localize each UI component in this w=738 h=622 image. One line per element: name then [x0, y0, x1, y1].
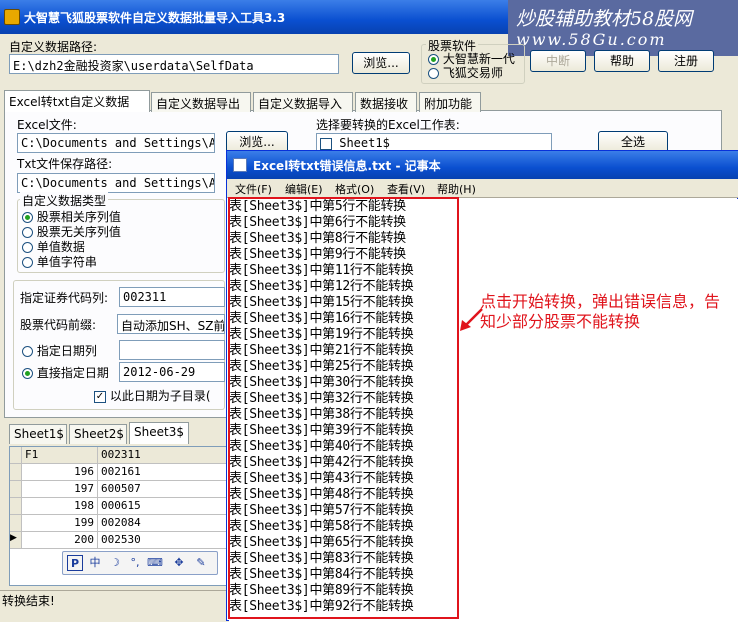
table-cell[interactable]: 002161	[98, 464, 228, 481]
ime-lang-icon[interactable]: 中	[87, 555, 103, 571]
tab-extras[interactable]: 附加功能	[419, 92, 481, 112]
txt-path-input[interactable]: C:\Documents and Settings\Ac	[17, 173, 215, 193]
type-option-label: 股票无关序列值	[36, 225, 121, 239]
sheet-tab-1[interactable]: Sheet1$	[9, 424, 67, 444]
sheet-tab-3[interactable]: Sheet3$	[129, 422, 189, 444]
direct-date-input[interactable]: 2012-06-29	[119, 362, 225, 382]
annotation-text: 点击开始转换，弹出错误信息，告知少部分股票不能转换	[480, 292, 721, 331]
date-column-label: 指定日期列	[36, 344, 97, 358]
highlight-box	[228, 197, 459, 619]
row-selector[interactable]	[10, 498, 22, 515]
tab-excel-to-txt[interactable]: Excel转txt自定义数据	[4, 90, 150, 112]
code-column-label: 指定证券代码列:	[20, 291, 109, 305]
menu-edit[interactable]: 编辑(E)	[285, 181, 323, 197]
menu-file[interactable]: 文件(F)	[235, 181, 272, 197]
menu-view[interactable]: 查看(V)	[387, 181, 425, 197]
menu-format[interactable]: 格式(O)	[335, 181, 374, 197]
date-column-radio[interactable]	[22, 346, 33, 357]
sheet-tab-2[interactable]: Sheet2$	[69, 424, 127, 444]
worksheet-label: 选择要转换的Excel工作表:	[316, 118, 460, 132]
app-icon	[4, 9, 20, 25]
code-prefix-select[interactable]: 自动添加SH、SZ前	[117, 314, 225, 334]
grid-header[interactable]: F1	[22, 447, 98, 464]
excel-file-input[interactable]: C:\Documents and Settings\Ac	[17, 133, 215, 153]
software-option-feihu[interactable]: 飞狐交易师	[428, 64, 503, 81]
path-browse-button[interactable]: 浏览...	[352, 52, 410, 74]
row-selector[interactable]	[10, 464, 22, 481]
date-column-option[interactable]: 指定日期列	[22, 342, 97, 359]
type-option-label: 单值数据	[36, 240, 85, 254]
subdir-label: 以此日期为子目录(	[109, 389, 211, 403]
type-radio[interactable]	[22, 242, 33, 253]
notepad-menubar: 文件(F) 编辑(E) 格式(O) 查看(V) 帮助(H)	[227, 179, 738, 198]
table-cell[interactable]: 199	[22, 515, 98, 532]
ime-toolbar[interactable]: P 中 ☽ °, ⌨ ✥ ✎	[62, 551, 218, 575]
direct-date-radio[interactable]	[22, 368, 33, 379]
table-cell[interactable]: 002530	[98, 532, 228, 549]
table-cell[interactable]: 197	[22, 481, 98, 498]
settings-icon[interactable]: ✥	[171, 555, 187, 571]
current-row-indicator-icon[interactable]: ▶	[10, 532, 22, 549]
window-title: 大智慧飞狐股票软件自定义数据批量导入工具3.3	[24, 11, 286, 25]
worksheet-checkbox[interactable]	[320, 137, 332, 150]
row-selector[interactable]	[10, 515, 22, 532]
grid-header[interactable]: 002311	[98, 447, 228, 464]
dots-icon[interactable]: °,	[127, 555, 143, 571]
type-radio[interactable]	[22, 257, 33, 268]
type-radio[interactable]	[22, 212, 33, 223]
interrupt-button[interactable]: 中断	[530, 50, 586, 72]
grid-corner	[10, 447, 22, 464]
menu-help[interactable]: 帮助(H)	[437, 181, 476, 197]
code-column-input[interactable]: 002311	[119, 287, 225, 307]
excel-file-label: Excel文件:	[17, 118, 77, 132]
type-option-label: 股票相关序列值	[36, 210, 121, 224]
type-option-single-string[interactable]: 单值字符串	[22, 253, 97, 270]
worksheet-item[interactable]: Sheet1$	[320, 136, 390, 150]
table-cell[interactable]: 200	[22, 532, 98, 549]
software-option-label: 飞狐交易师	[442, 66, 503, 80]
table-cell[interactable]: 196	[22, 464, 98, 481]
ime-p-icon[interactable]: P	[67, 555, 83, 571]
txt-path-label: Txt文件保存路径:	[17, 157, 113, 171]
tab-import[interactable]: 自定义数据导入	[253, 92, 353, 112]
subdir-checkbox[interactable]: ✓	[94, 390, 106, 403]
direct-date-label: 直接指定日期	[36, 366, 109, 380]
wrench-icon[interactable]: ✎	[193, 555, 209, 571]
date-column-input[interactable]	[119, 340, 225, 360]
type-option-label: 单值字符串	[36, 255, 97, 269]
worksheet-item-label: Sheet1$	[339, 136, 390, 150]
table-cell[interactable]: 002084	[98, 515, 228, 532]
path-input[interactable]: E:\dzh2金融投资家\userdata\SelfData	[9, 54, 339, 74]
tab-export[interactable]: 自定义数据导出	[151, 92, 251, 112]
tab-receive[interactable]: 数据接收	[355, 92, 417, 112]
watermark-text: 炒股辅助教材58股网	[516, 8, 693, 30]
notepad-titlebar[interactable]: Excel转txt错误信息.txt - 记事本	[227, 151, 738, 179]
moon-icon[interactable]: ☽	[107, 555, 123, 571]
direct-date-option[interactable]: 直接指定日期	[22, 364, 109, 381]
register-button[interactable]: 注册	[658, 50, 714, 72]
help-button[interactable]: 帮助	[594, 50, 650, 72]
subdir-option[interactable]: ✓ 以此日期为子目录(	[94, 387, 211, 404]
software-radio-feihu[interactable]	[428, 68, 439, 79]
code-prefix-label: 股票代码前缀:	[20, 318, 97, 332]
path-label: 自定义数据路径:	[9, 40, 98, 54]
data-type-group-label: 自定义数据类型	[20, 192, 109, 209]
notepad-icon	[233, 158, 247, 172]
type-radio[interactable]	[22, 227, 33, 238]
table-cell[interactable]: 000615	[98, 498, 228, 515]
watermark-url: www.58Gu.com	[516, 30, 667, 49]
status-text: 转换结束!	[2, 594, 55, 608]
notepad-title: Excel转txt错误信息.txt - 记事本	[253, 159, 441, 173]
keyboard-icon[interactable]: ⌨	[147, 555, 163, 571]
row-selector[interactable]	[10, 481, 22, 498]
table-cell[interactable]: 600507	[98, 481, 228, 498]
table-cell[interactable]: 198	[22, 498, 98, 515]
